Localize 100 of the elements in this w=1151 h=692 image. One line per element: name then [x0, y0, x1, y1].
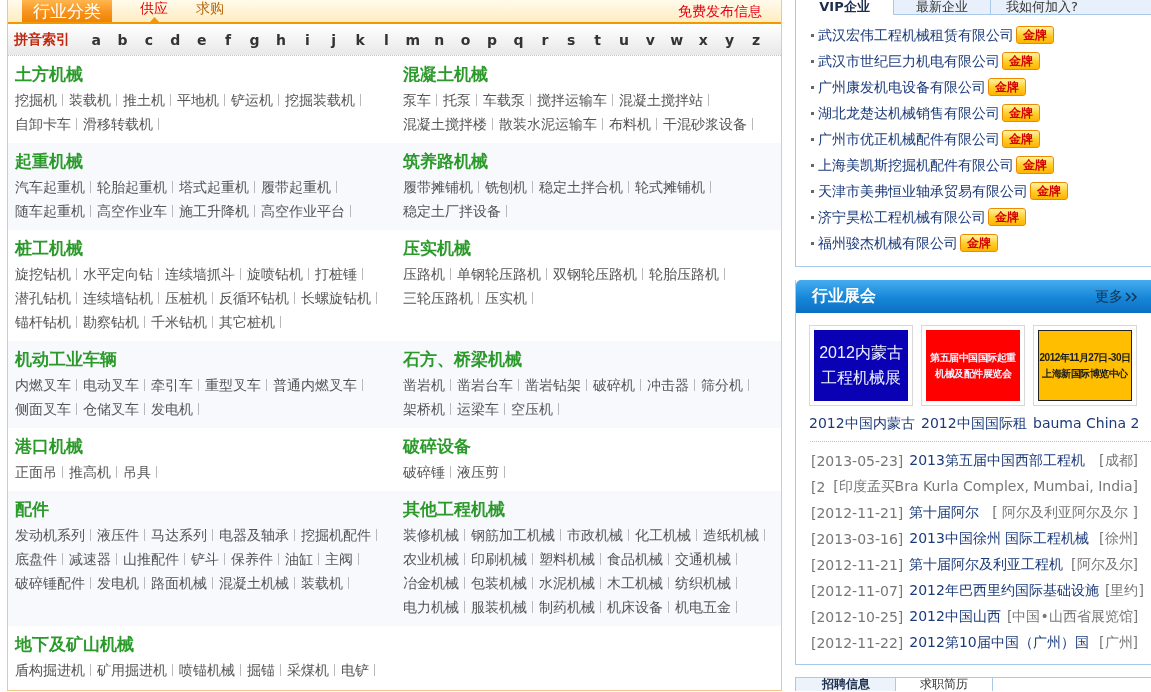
- category-link[interactable]: 破碎机: [593, 375, 635, 395]
- category-link[interactable]: 搅拌运输车: [537, 90, 607, 110]
- company-link[interactable]: 武汉市世纪巨力机电有限公司: [818, 52, 1000, 70]
- category-link[interactable]: 凿岩台车: [457, 375, 513, 395]
- letter-link[interactable]: n: [434, 32, 445, 48]
- letter-link[interactable]: z: [751, 32, 761, 48]
- category-link[interactable]: 潜孔钻机: [15, 288, 71, 308]
- letter-link[interactable]: f: [225, 32, 232, 48]
- letter-link[interactable]: w: [670, 32, 684, 48]
- letter-link[interactable]: c: [144, 32, 154, 48]
- category-link[interactable]: 液压件: [97, 525, 139, 545]
- event-link[interactable]: 第十届阿尔: [909, 504, 980, 522]
- letter-link[interactable]: l: [384, 32, 389, 48]
- letter-link[interactable]: u: [619, 32, 629, 48]
- category-link[interactable]: 采煤机: [287, 660, 329, 680]
- category-link[interactable]: 造纸机械: [703, 525, 759, 545]
- category-link[interactable]: 空压机: [511, 399, 553, 419]
- category-link[interactable]: 仓储叉车: [83, 399, 139, 419]
- category-link[interactable]: 挖掘机: [15, 90, 57, 110]
- category-link[interactable]: 稳定土拌合机: [539, 177, 623, 197]
- category-title[interactable]: 破碎设备: [403, 435, 471, 457]
- category-link[interactable]: 制药机械: [539, 597, 595, 617]
- category-title[interactable]: 土方机械: [15, 63, 83, 85]
- category-link[interactable]: 布料机: [609, 114, 651, 134]
- letter-link[interactable]: j: [331, 32, 337, 48]
- category-link[interactable]: 路面机械: [151, 573, 207, 593]
- category-link[interactable]: 油缸: [285, 549, 313, 569]
- panel-tab[interactable]: 我如何加入?: [990, 0, 1151, 15]
- event-link[interactable]: 第十届阿尔及利亚工程机: [909, 556, 1064, 574]
- category-link[interactable]: 锚杆钻机: [15, 312, 71, 332]
- category-link[interactable]: 塔式起重机: [179, 177, 249, 197]
- category-link[interactable]: 冶金机械: [403, 573, 459, 593]
- category-link[interactable]: 喷锚机械: [179, 660, 235, 680]
- category-link[interactable]: 纺织机械: [675, 573, 731, 593]
- letter-link[interactable]: b: [117, 32, 128, 48]
- category-link[interactable]: 架桥机: [403, 399, 445, 419]
- category-title[interactable]: 桩工机械: [15, 237, 83, 259]
- category-link[interactable]: 交通机械: [675, 549, 731, 569]
- category-link[interactable]: 食品机械: [607, 549, 663, 569]
- category-link[interactable]: 发电机: [151, 399, 193, 419]
- category-link[interactable]: 冲击器: [647, 375, 689, 395]
- company-link[interactable]: 湖北龙楚达机械销售有限公司: [818, 104, 1000, 122]
- letter-link[interactable]: a: [91, 32, 101, 48]
- event-link[interactable]: 2013中国徐州 国际工程机械: [909, 530, 1090, 548]
- category-link[interactable]: 塑料机械: [539, 549, 595, 569]
- category-link[interactable]: 发电机: [97, 573, 139, 593]
- letter-link[interactable]: h: [275, 32, 286, 48]
- category-link[interactable]: 电动叉车: [83, 375, 139, 395]
- category-link[interactable]: 平地机: [177, 90, 219, 110]
- filter-tab[interactable]: 供应: [140, 0, 168, 22]
- category-link[interactable]: 底盘件: [15, 549, 57, 569]
- banner-caption-link[interactable]: 2012中国内蒙古: [809, 415, 915, 431]
- category-link[interactable]: 轮胎起重机: [97, 177, 167, 197]
- category-link[interactable]: 农业机械: [403, 549, 459, 569]
- category-link[interactable]: 凿岩钻架: [525, 375, 581, 395]
- company-link[interactable]: 上海美凯斯挖掘机配件有限公司: [818, 156, 1014, 174]
- category-link[interactable]: 自卸卡车: [15, 114, 71, 134]
- category-link[interactable]: 水平定向钻: [83, 264, 153, 284]
- post-info-link[interactable]: 免费发布信息: [678, 2, 762, 20]
- category-link[interactable]: 稳定土厂拌设备: [403, 201, 501, 221]
- category-link[interactable]: 履带起重机: [261, 177, 331, 197]
- category-link[interactable]: 减速器: [69, 549, 111, 569]
- category-link[interactable]: 装载机: [69, 90, 111, 110]
- category-title[interactable]: 港口机械: [15, 435, 83, 457]
- company-link[interactable]: 广州市优正机械配件有限公司: [818, 130, 1000, 148]
- letter-link[interactable]: e: [197, 32, 207, 48]
- category-link[interactable]: 推高机: [69, 462, 111, 482]
- category-link[interactable]: 运梁车: [457, 399, 499, 419]
- category-link[interactable]: 连续墙抓斗: [165, 264, 235, 284]
- category-link[interactable]: 铲运机: [231, 90, 273, 110]
- category-link[interactable]: 旋挖钻机: [15, 264, 71, 284]
- filter-tab[interactable]: 求购: [196, 0, 224, 22]
- category-title[interactable]: 混凝土机械: [403, 63, 488, 85]
- category-link[interactable]: 重型叉车: [205, 375, 261, 395]
- category-link[interactable]: 轮胎压路机: [649, 264, 719, 284]
- category-link[interactable]: 吊具: [123, 462, 151, 482]
- letter-link[interactable]: t: [594, 32, 601, 48]
- event-link[interactable]: 2012第10届中国（广州）国: [909, 634, 1089, 652]
- category-link[interactable]: 化工机械: [635, 525, 691, 545]
- category-link[interactable]: 侧面叉车: [15, 399, 71, 419]
- category-link[interactable]: 钢筋加工机械: [471, 525, 555, 545]
- category-link[interactable]: 履带摊铺机: [403, 177, 473, 197]
- category-link[interactable]: 矿用掘进机: [97, 660, 167, 680]
- letter-link[interactable]: o: [460, 32, 471, 48]
- category-link[interactable]: 压桩机: [165, 288, 207, 308]
- event-link[interactable]: 2012中国山西: [909, 608, 1001, 626]
- panel-tab[interactable]: 招聘信息: [796, 678, 896, 691]
- category-link[interactable]: 干混砂浆设备: [663, 114, 747, 134]
- category-link[interactable]: 勘察钻机: [83, 312, 139, 332]
- category-link[interactable]: 泵车: [403, 90, 431, 110]
- company-link[interactable]: 福州骏杰机械有限公司: [818, 234, 958, 252]
- category-link[interactable]: 双钢轮压路机: [553, 264, 637, 284]
- category-title[interactable]: 配件: [15, 498, 49, 520]
- event-link[interactable]: 2012年巴西里约国际基础设施: [909, 582, 1099, 600]
- category-link[interactable]: 破碎锤配件: [15, 573, 85, 593]
- letter-link[interactable]: q: [513, 32, 524, 48]
- category-link[interactable]: 随车起重机: [15, 201, 85, 221]
- company-link[interactable]: 广州康发机电设备有限公司: [818, 78, 986, 96]
- category-link[interactable]: 反循环钻机: [219, 288, 289, 308]
- letter-link[interactable]: x: [698, 32, 708, 48]
